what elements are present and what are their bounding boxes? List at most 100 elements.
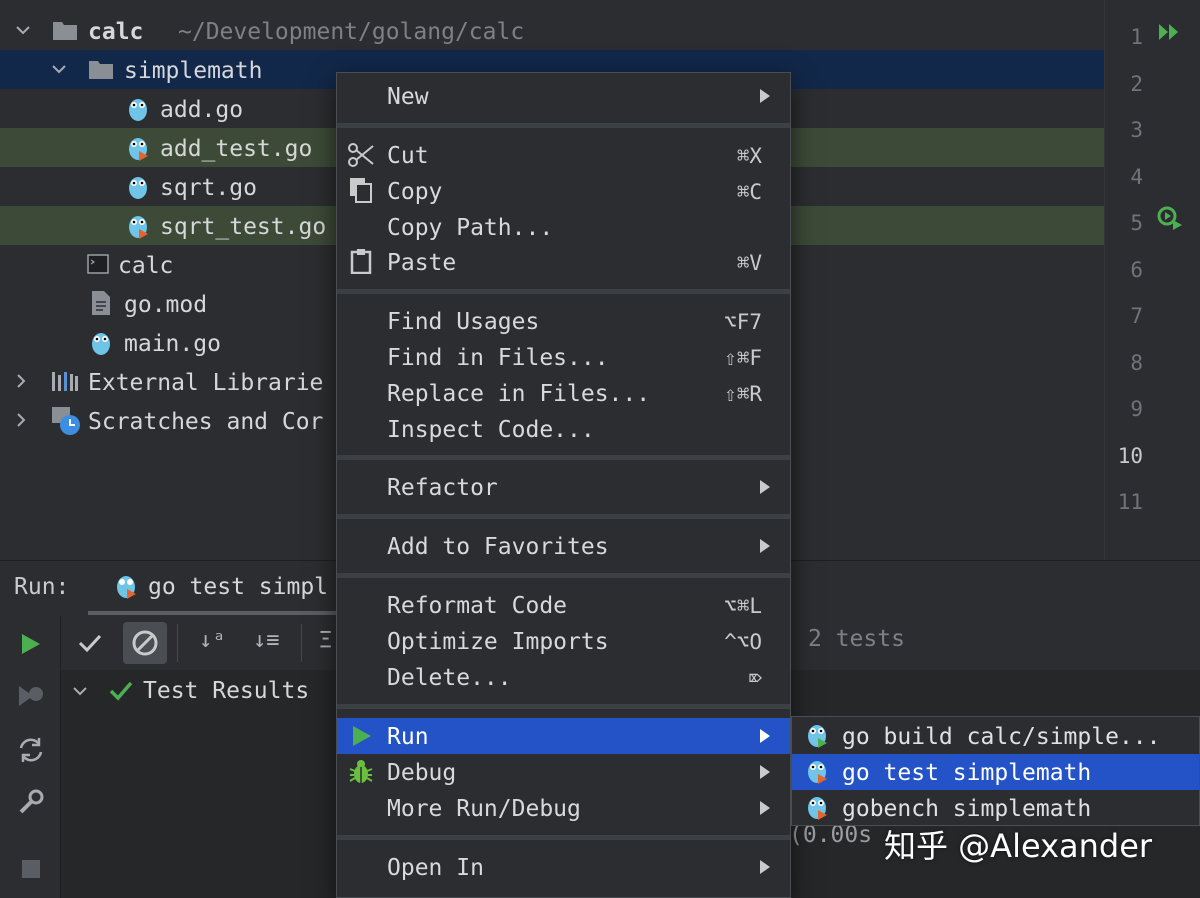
menu-label: Optimize Imports	[387, 629, 609, 655]
chevron-down-icon[interactable]	[14, 21, 32, 39]
line-number: 5	[1130, 211, 1143, 235]
submenu-arrow-icon	[760, 539, 770, 553]
expand-all-icon[interactable]: Ξ	[319, 628, 332, 653]
menu-item-replace-in-files[interactable]: Replace in Files... ⇧⌘R	[337, 375, 790, 411]
chevron-down-icon[interactable]	[50, 60, 68, 78]
menu-item-new[interactable]: New	[337, 78, 790, 114]
scissors-icon	[348, 143, 374, 167]
tree-item-label: calc	[118, 253, 174, 279]
tree-item-label: simplemath	[124, 58, 263, 84]
menu-label: Delete...	[387, 665, 512, 691]
sort-by-duration-icon[interactable]: ↓≡	[253, 628, 280, 653]
copy-icon	[350, 178, 372, 203]
menu-item-refactor[interactable]: Refactor	[337, 469, 790, 505]
tree-item-label: go.mod	[124, 292, 208, 318]
tree-item-label: main.go	[124, 331, 221, 357]
rerun-failed-icon[interactable]	[17, 684, 45, 710]
toolbar-divider	[301, 624, 302, 662]
menu-label: New	[387, 84, 429, 110]
run-icon	[353, 726, 371, 746]
shortcut: ⌦	[749, 666, 762, 690]
line-number: 10	[1117, 444, 1143, 468]
menu-label: Copy	[387, 179, 443, 205]
submenu-arrow-icon	[760, 801, 770, 815]
menu-item-optimize-imports[interactable]: Optimize Imports ^⌥O	[337, 623, 790, 659]
menu-label: Paste	[387, 250, 457, 276]
watermark: 知乎 @Alexander	[884, 827, 1153, 865]
run-label: Run:	[14, 574, 70, 600]
menu-item-debug[interactable]: Debug	[337, 754, 790, 790]
line-number: 2	[1130, 72, 1143, 96]
folder-icon	[89, 61, 113, 79]
shortcut: ⌘V	[736, 251, 762, 275]
go-file-icon	[92, 333, 110, 355]
chevron-right-icon[interactable]	[12, 411, 30, 429]
scratches-icon	[52, 407, 80, 435]
test-passed-icon	[109, 681, 133, 701]
tree-row-root[interactable]: calc ~/Development/golang/calc	[0, 11, 1104, 50]
menu-label: Open In	[387, 855, 484, 881]
menu-label: Refactor	[387, 475, 498, 501]
run-all-gutter-icon[interactable]	[1157, 22, 1181, 42]
rerun-icon[interactable]	[20, 632, 42, 656]
gobench-icon	[808, 797, 827, 820]
menu-item-run[interactable]: Run	[337, 718, 790, 754]
tree-item-label: sqrt_test.go	[160, 214, 327, 240]
context-menu: New Cut ⌘X Copy ⌘C Copy Path... Paste ⌘V…	[336, 72, 791, 898]
chevron-down-icon[interactable]	[71, 682, 89, 700]
submenu-item-gobench[interactable]: gobench simplemath	[792, 790, 1199, 826]
menu-item-inspect-code[interactable]: Inspect Code...	[337, 411, 790, 447]
folder-icon	[53, 22, 77, 40]
menu-item-find-usages[interactable]: Find Usages ⌥F7	[337, 303, 790, 339]
menu-item-open-in[interactable]: Open In	[337, 849, 790, 885]
shortcut: ⌥⌘L	[724, 594, 762, 618]
submenu-item-go-build[interactable]: go build calc/simple...	[792, 718, 1199, 754]
test-results-root[interactable]: Test Results	[143, 680, 309, 703]
submenu-arrow-icon	[760, 765, 770, 779]
menu-label: Debug	[387, 760, 457, 786]
line-number: 7	[1130, 304, 1143, 328]
toggle-auto-test-icon[interactable]	[17, 736, 45, 764]
stop-icon[interactable]	[22, 860, 40, 878]
submenu-arrow-icon	[760, 480, 770, 494]
go-file-icon	[129, 177, 147, 199]
test-rerun-gutter-icon[interactable]	[1157, 206, 1183, 230]
line-number: 3	[1130, 118, 1143, 142]
menu-item-add-to-favorites[interactable]: Add to Favorites	[337, 528, 790, 564]
menu-item-paste[interactable]: Paste ⌘V	[337, 244, 790, 280]
wrench-icon[interactable]	[18, 789, 44, 815]
menu-item-more-run-debug[interactable]: More Run/Debug	[337, 790, 790, 826]
menu-label: Cut	[387, 143, 429, 169]
menu-separator	[337, 514, 790, 519]
menu-separator	[337, 573, 790, 578]
chevron-right-icon[interactable]	[12, 372, 30, 390]
shortcut: ⌥F7	[724, 310, 762, 334]
menu-item-find-in-files[interactable]: Find in Files... ⇧⌘F	[337, 339, 790, 375]
menu-item-copy-path[interactable]: Copy Path...	[337, 209, 790, 245]
run-tab-underline	[88, 611, 336, 615]
submenu-arrow-icon	[760, 89, 770, 103]
toolbar-divider	[177, 624, 178, 662]
ignored-icon	[132, 630, 158, 656]
run-tab[interactable]: go test simpl	[148, 576, 328, 599]
submenu-label: go test simplemath	[842, 760, 1092, 786]
line-number: 4	[1130, 165, 1143, 189]
line-number: 9	[1130, 397, 1143, 421]
menu-item-cut[interactable]: Cut ⌘X	[337, 137, 790, 173]
menu-label: Reformat Code	[387, 593, 568, 619]
menu-label: Find in Files...	[387, 345, 609, 371]
line-number: 8	[1130, 351, 1143, 375]
menu-label: Find Usages	[387, 309, 540, 335]
run-sidebar	[0, 616, 61, 898]
menu-separator	[337, 704, 790, 709]
menu-item-delete[interactable]: Delete... ⌦	[337, 659, 790, 695]
menu-item-copy[interactable]: Copy ⌘C	[337, 173, 790, 209]
sort-alphabetically-icon[interactable]: ↓ᵃ	[199, 628, 226, 653]
menu-item-reformat-code[interactable]: Reformat Code ⌥⌘L	[337, 587, 790, 623]
debug-bug-icon	[349, 760, 373, 783]
show-ignored-toggle[interactable]	[123, 622, 167, 664]
menu-label: Add to Favorites	[387, 534, 609, 560]
submenu-item-go-test[interactable]: go test simplemath	[792, 754, 1199, 790]
show-passed-icon[interactable]	[77, 632, 103, 654]
tree-item-label: External Librarie	[88, 370, 324, 396]
